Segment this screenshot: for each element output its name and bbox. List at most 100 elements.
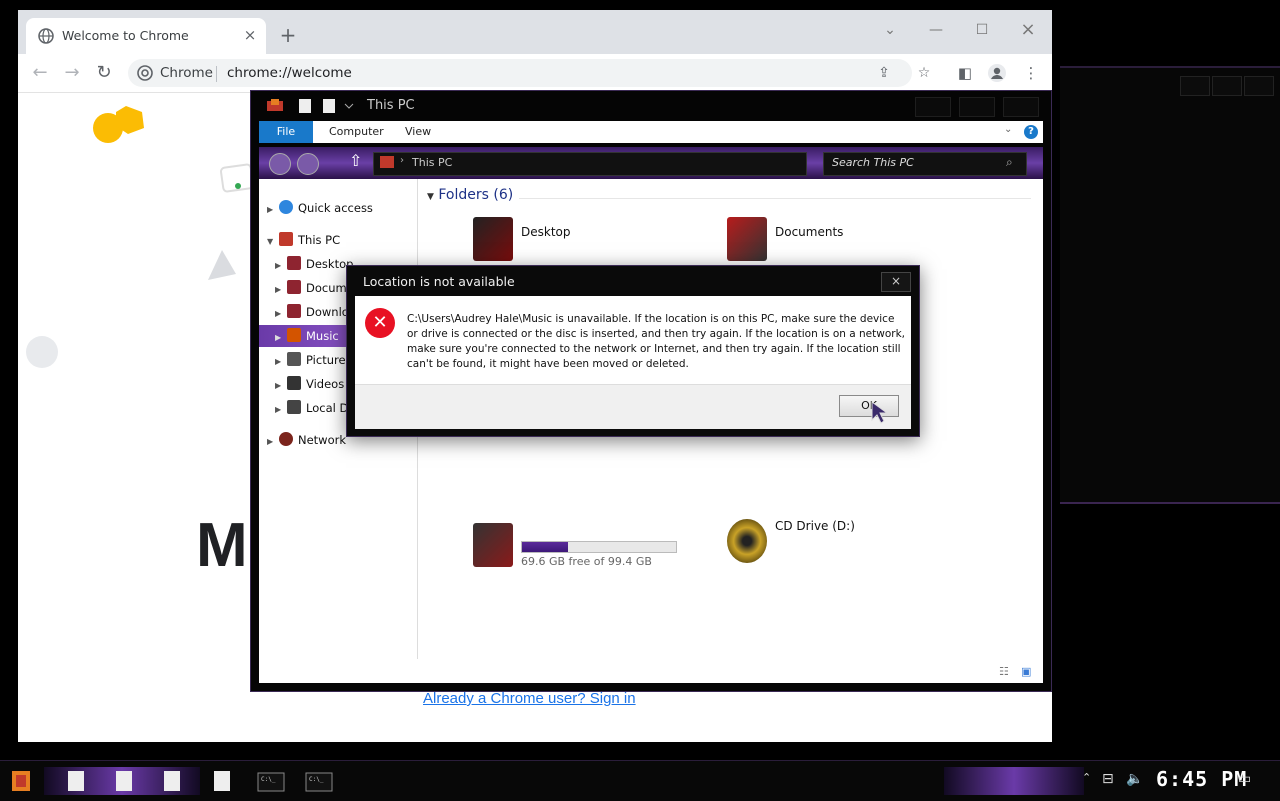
mouse-cursor-icon bbox=[871, 401, 889, 424]
folder-documents[interactable]: Documents bbox=[727, 217, 927, 265]
location-unavailable-dialog: Location is not available × ✕ C:\Users\A… bbox=[346, 265, 920, 437]
ribbon-expand-chevron-icon[interactable]: ⌄ bbox=[1004, 124, 1012, 135]
bg-minimize-button[interactable] bbox=[1180, 76, 1210, 96]
share-icon[interactable]: ⇪ bbox=[874, 63, 894, 83]
taskbar: C:\_ C:\_ ⌃ ⊟ 🔈 6:45 PM ▭ bbox=[0, 760, 1280, 801]
taskbar-terminal-2[interactable]: C:\_ bbox=[300, 767, 338, 795]
ribbon-tab-computer[interactable]: Computer bbox=[329, 121, 384, 143]
drive-local-disk[interactable]: 69.6 GB free of 99.4 GB bbox=[473, 517, 677, 568]
volume-icon[interactable]: 🔈 bbox=[1126, 771, 1143, 787]
explorer-app-icon bbox=[267, 99, 283, 111]
search-input[interactable]: Search This PC ⌕ bbox=[823, 152, 1027, 176]
bg-maximize-button[interactable] bbox=[1212, 76, 1242, 96]
nav-pictures[interactable]: ▶ Picture bbox=[275, 349, 346, 371]
omnibox[interactable]: Chrome chrome://welcome ⇪ ☆ bbox=[128, 59, 930, 87]
new-tab-button[interactable]: + bbox=[276, 24, 300, 48]
minimize-button[interactable]: — bbox=[916, 16, 956, 44]
ribbon-tab-file[interactable]: File bbox=[259, 121, 313, 143]
welcome-heading: M bbox=[196, 511, 248, 580]
drive-icon bbox=[287, 400, 301, 414]
taskbar-app-file-1[interactable] bbox=[58, 767, 96, 795]
documents-folder-icon bbox=[727, 217, 767, 261]
folder-desktop[interactable]: Desktop bbox=[473, 217, 673, 265]
profile-avatar-icon[interactable] bbox=[986, 62, 1008, 84]
explorer-close-button[interactable] bbox=[1003, 97, 1039, 117]
yellow-shape-decoration bbox=[93, 106, 144, 143]
nav-desktop[interactable]: ▶ Desktop bbox=[275, 253, 353, 275]
tab-search-icon[interactable]: ⌄ bbox=[870, 16, 910, 44]
ribbon-tab-view[interactable]: View bbox=[405, 121, 431, 143]
notification-icon[interactable]: ▭ bbox=[1238, 771, 1251, 787]
nav-this-pc[interactable]: ▼ This PC bbox=[267, 229, 340, 251]
maximize-button[interactable]: ☐ bbox=[962, 16, 1002, 44]
site-label: Chrome bbox=[160, 65, 213, 81]
back-circle-icon[interactable] bbox=[269, 153, 291, 175]
search-icon: ⌕ bbox=[1006, 155, 1013, 169]
up-arrow-icon[interactable]: ⇧ bbox=[349, 151, 362, 170]
nav-network[interactable]: ▶ Network bbox=[267, 429, 346, 451]
clock[interactable]: 6:45 PM bbox=[1156, 767, 1247, 791]
desktop-folder-icon bbox=[287, 256, 301, 270]
globe-icon bbox=[38, 28, 54, 44]
bookmark-star-icon[interactable]: ☆ bbox=[914, 63, 934, 83]
omnibox-separator bbox=[216, 66, 217, 82]
nav-downloads[interactable]: ▶ Downlo bbox=[275, 301, 349, 323]
close-button[interactable]: × bbox=[1008, 16, 1048, 44]
explorer-minimize-button[interactable] bbox=[915, 97, 951, 117]
forward-arrow-icon[interactable]: → bbox=[59, 61, 85, 85]
svg-text:C:\_: C:\_ bbox=[309, 776, 324, 783]
start-button[interactable] bbox=[6, 767, 40, 795]
dialog-title: Location is not available bbox=[363, 274, 515, 289]
nav-documents[interactable]: ▶ Docum bbox=[275, 277, 347, 299]
tray-chevron-icon[interactable]: ⌃ bbox=[1082, 771, 1091, 784]
downloads-folder-icon bbox=[287, 304, 301, 318]
explorer-maximize-button[interactable] bbox=[959, 97, 995, 117]
ok-button[interactable]: OK bbox=[839, 395, 899, 417]
dialog-close-button[interactable]: × bbox=[881, 272, 911, 292]
svg-text:C:\_: C:\_ bbox=[261, 776, 276, 783]
taskbar-app-file-2[interactable] bbox=[106, 767, 144, 795]
computer-icon bbox=[279, 232, 293, 246]
drive-usage-fill bbox=[522, 542, 569, 552]
forward-circle-icon[interactable] bbox=[297, 153, 319, 175]
quick-access-toolbar-icon[interactable] bbox=[299, 99, 359, 113]
bg-close-button[interactable] bbox=[1244, 76, 1274, 96]
menu-kebab-icon[interactable]: ⋮ bbox=[1020, 62, 1042, 84]
details-view-icon[interactable]: ☷ bbox=[999, 665, 1009, 678]
drive-usage-bar bbox=[521, 541, 677, 553]
nav-quick-access[interactable]: ▶ Quick access bbox=[267, 197, 373, 219]
tab-welcome[interactable]: Welcome to Chrome × bbox=[26, 18, 266, 54]
nav-videos[interactable]: ▶ Videos bbox=[275, 373, 344, 395]
url-text[interactable]: chrome://welcome bbox=[227, 65, 352, 81]
videos-folder-icon bbox=[287, 376, 301, 390]
start-logo-icon bbox=[12, 771, 30, 791]
network-tray-icon[interactable]: ⊟ bbox=[1102, 771, 1114, 787]
address-bar: ⇧ › This PC Search This PC ⌕ bbox=[259, 147, 1043, 179]
tab-title: Welcome to Chrome bbox=[62, 28, 189, 43]
dialog-footer: OK bbox=[355, 384, 911, 429]
cd-drive-icon bbox=[727, 519, 767, 563]
tab-close-button[interactable]: × bbox=[240, 25, 260, 45]
folders-section-header[interactable]: ▼ Folders (6) bbox=[427, 187, 513, 203]
taskbar-app-file-4[interactable] bbox=[204, 767, 242, 795]
section-divider bbox=[519, 198, 1031, 199]
signin-link[interactable]: Already a Chrome user? Sign in bbox=[423, 690, 636, 707]
breadcrumb-chevron-icon: › bbox=[400, 155, 404, 166]
network-icon bbox=[279, 432, 293, 446]
nav-local-disk[interactable]: ▶ Local D bbox=[275, 397, 348, 419]
address-path[interactable]: › This PC bbox=[373, 152, 807, 176]
reload-icon[interactable]: ↻ bbox=[91, 61, 117, 85]
search-placeholder: Search This PC bbox=[832, 156, 914, 169]
side-panel-icon[interactable]: ◧ bbox=[954, 62, 976, 84]
back-arrow-icon[interactable]: ← bbox=[27, 61, 53, 85]
taskbar-app-file-3[interactable] bbox=[154, 767, 192, 795]
explorer-title: This PC bbox=[367, 98, 415, 113]
dialog-body: ✕ C:\Users\Audrey Hale\Music is unavaila… bbox=[355, 296, 911, 384]
collapse-chevron-icon: ▼ bbox=[427, 192, 434, 202]
address-text: This PC bbox=[412, 156, 453, 169]
tray-decoration bbox=[944, 767, 1084, 795]
large-icons-view-icon[interactable]: ▣ bbox=[1021, 665, 1031, 678]
drive-cd[interactable]: CD Drive (D:) bbox=[727, 517, 927, 565]
taskbar-terminal-1[interactable]: C:\_ bbox=[252, 767, 290, 795]
help-icon[interactable]: ? bbox=[1024, 125, 1038, 139]
